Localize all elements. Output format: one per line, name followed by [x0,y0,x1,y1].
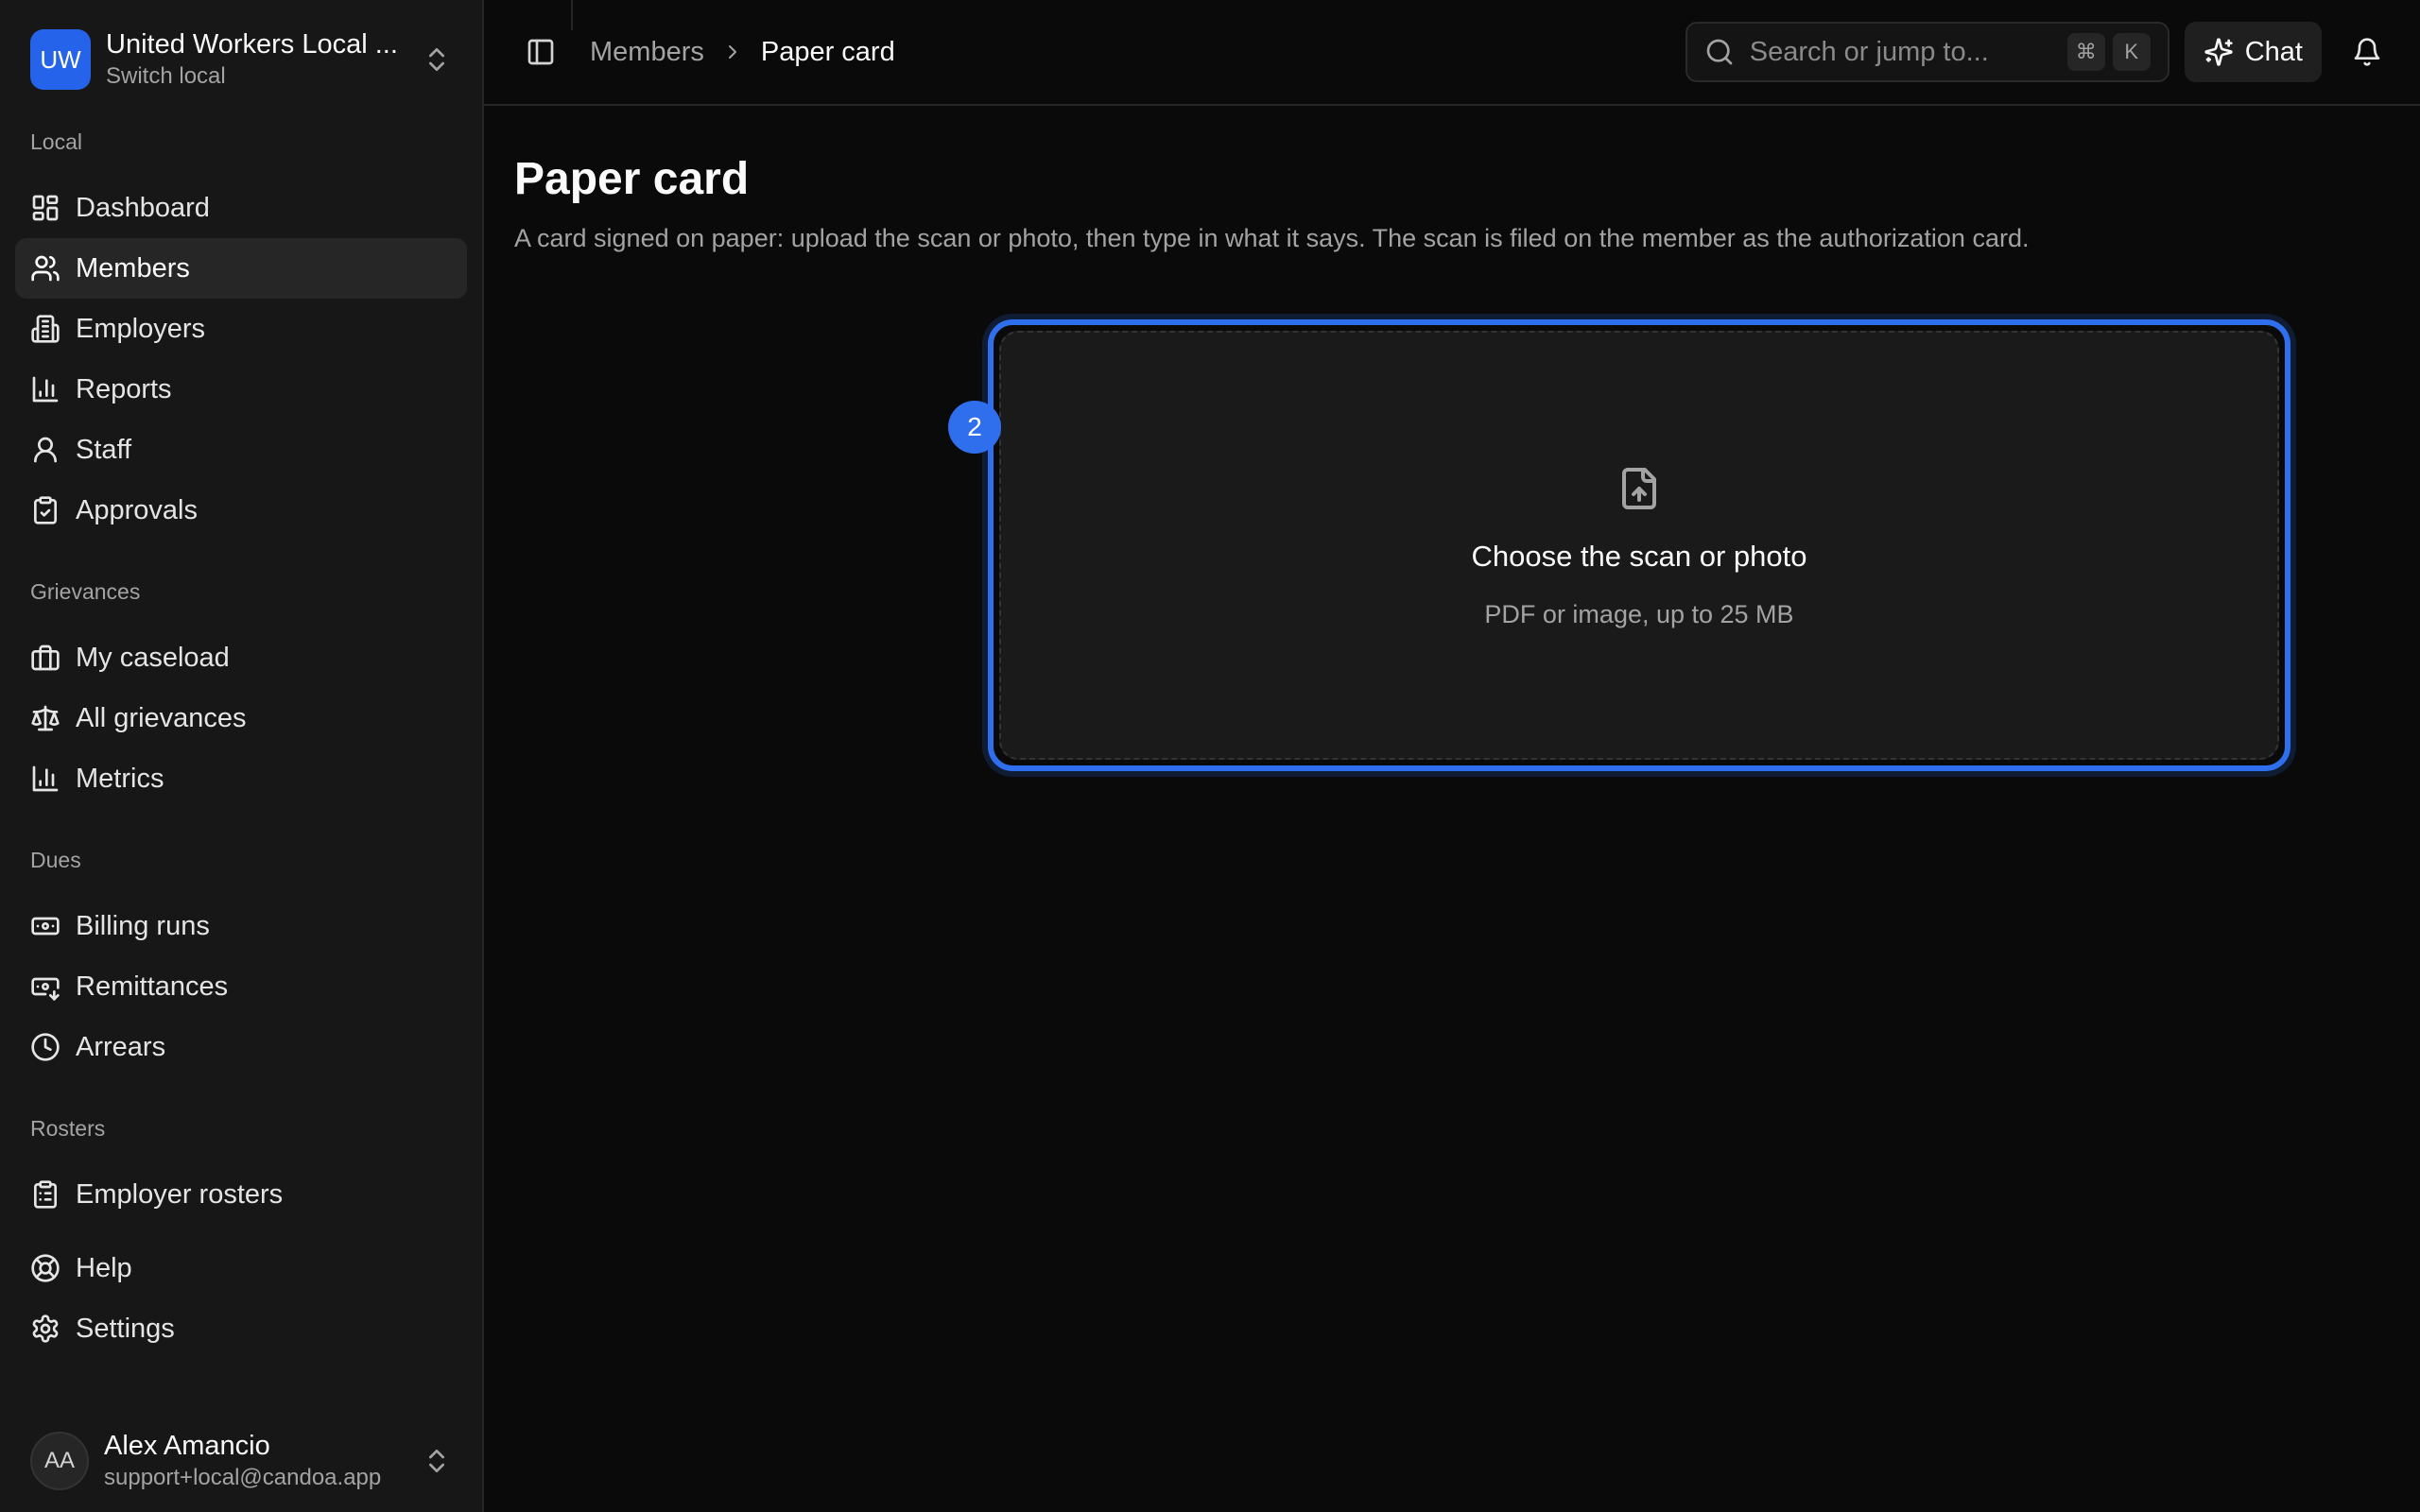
clock-icon [31,1033,60,1061]
org-name: United Workers Local ... [106,29,398,60]
chevrons-up-down-icon [429,1450,444,1472]
sidebar-item-dashboard[interactable]: Dashboard [15,178,467,238]
sidebar-item-employer-rosters[interactable]: Employer rosters [15,1164,467,1225]
avatar: AA [30,1432,89,1490]
org-logo: UW [30,29,91,90]
search-icon [1706,39,1733,65]
sidebar-toggle-button[interactable] [514,26,567,78]
breadcrumb-current: Paper card [760,36,895,67]
briefcase-icon [31,644,60,671]
sidebar-item-label: Reports [76,373,172,404]
user-email: support+local@candoa.app [104,1465,382,1490]
section-label-dues: Dues [30,847,81,872]
file-upload-icon [1622,467,1656,509]
page-content: Paper card A card signed on paper: uploa… [484,106,2420,1512]
upload-title: Choose the scan or photo [1471,539,1807,573]
sidebar-item-employers[interactable]: Employers [15,299,467,359]
sidebar-item-label: Arrears [76,1031,166,1062]
sidebar-item-settings[interactable]: Settings [15,1298,467,1359]
sidebar-item-arrears[interactable]: Arrears [15,1017,467,1077]
chevron-right-icon [728,45,736,59]
switch-local-label: Switch local [106,63,226,89]
sidebar-item-approvals[interactable]: Approvals [15,480,467,541]
kbd-k: K [2112,33,2151,71]
upload-hint: PDF or image, up to 25 MB [1484,599,1794,628]
section-label-grievances: Grievances [30,578,141,604]
user-menu[interactable]: AA Alex Amancio support+local@candoa.app [15,1419,467,1503]
panel-left-icon [527,39,554,65]
bell-icon [2354,38,2380,66]
bar-chart-icon [32,376,59,403]
sidebar-item-label: Settings [76,1313,175,1344]
sidebar-item-members[interactable]: Members [15,238,467,299]
sidebar-item-label: Employers [76,313,205,344]
banknote-icon [31,917,60,936]
sidebar-item-label: Billing runs [76,910,210,941]
breadcrumb: Members Paper card [590,37,895,68]
scale-icon [31,705,60,731]
sidebar-item-label: Remittances [76,971,229,1002]
main-area: Members Paper card Search or jump to... … [484,0,2420,1512]
gear-icon [32,1314,59,1343]
dashboard-icon [32,195,59,221]
sidebar-item-billing-runs[interactable]: Billing runs [15,896,467,956]
breadcrumb-members-link[interactable]: Members [590,37,704,68]
sidebar: UW United Workers Local ... Switch local… [0,0,484,1512]
life-buoy-icon [31,1254,60,1282]
chat-button[interactable]: Chat [2184,22,2322,82]
search-input[interactable]: Search or jump to... ⌘ K [1685,22,2169,82]
sidebar-item-label: Employer rosters [76,1178,284,1210]
upload-dropzone[interactable]: Choose the scan or photo PDF or image, u… [999,331,2279,760]
sidebar-item-help[interactable]: Help [15,1238,467,1298]
step-badge: 2 [948,401,1001,454]
user-icon [34,437,57,463]
sidebar-item-label: Approvals [76,494,198,525]
sidebar-item-label: Help [76,1252,132,1283]
sidebar-item-reports[interactable]: Reports [15,359,467,420]
sidebar-item-metrics[interactable]: Metrics [15,748,467,809]
sparkles-icon [2204,38,2233,66]
chevrons-up-down-icon [429,48,444,71]
chat-button-label: Chat [2244,36,2303,67]
section-label-local: Local [30,129,82,154]
sidebar-item-label: My caseload [76,642,230,673]
users-icon [31,255,60,282]
sidebar-item-label: All grievances [76,702,247,733]
banknote-arrow-icon [31,977,60,1001]
notifications-button[interactable] [2337,22,2397,82]
sidebar-item-my-caseload[interactable]: My caseload [15,627,467,688]
topbar: Members Paper card Search or jump to... … [484,0,2420,106]
clipboard-check-icon [34,496,57,524]
divider [571,0,573,30]
kbd-cmd: ⌘ [2066,33,2105,71]
page-title: Paper card [514,154,750,204]
sidebar-item-staff[interactable]: Staff [15,420,467,480]
sidebar-item-all-grievances[interactable]: All grievances [15,688,467,748]
sidebar-item-label: Metrics [76,763,164,794]
clipboard-list-icon [34,1180,57,1209]
org-switcher[interactable]: UW United Workers Local ... Switch local [15,0,467,119]
page-description: A card signed on paper: upload the scan … [514,224,2030,252]
sidebar-item-label: Dashboard [76,192,210,223]
sidebar-item-remittances[interactable]: Remittances [15,956,467,1017]
section-label-rosters: Rosters [30,1115,106,1141]
building-icon [31,315,60,343]
search-placeholder: Search or jump to... [1749,36,1989,67]
user-name: Alex Amancio [104,1431,270,1461]
sidebar-item-label: Members [76,252,190,284]
upload-dropzone-focus-ring: Choose the scan or photo PDF or image, u… [988,319,2290,771]
sidebar-item-label: Staff [76,434,132,465]
bar-chart-icon [32,765,59,792]
